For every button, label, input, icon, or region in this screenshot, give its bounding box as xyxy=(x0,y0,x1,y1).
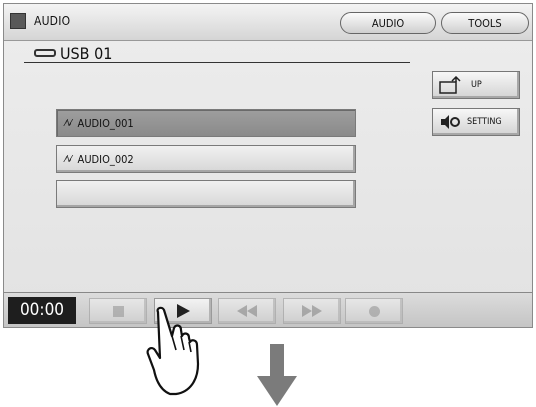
title-bar: AUDIO AUDIO TOOLS xyxy=(4,4,532,41)
file-item-audio-001[interactable]: ⁄∿⁄ AUDIO_001 xyxy=(56,109,356,137)
folder-up-icon xyxy=(439,76,461,94)
file-item-empty[interactable] xyxy=(56,180,356,208)
audio-wave-icon: ⁄∿⁄ xyxy=(65,153,71,165)
fast-forward-icon xyxy=(302,305,322,317)
device-header: USB 01 xyxy=(34,43,112,63)
audio-screen: AUDIO AUDIO TOOLS USB 01 ⁄∿⁄ AUDIO_001 ⁄… xyxy=(3,3,533,328)
tab-tools[interactable]: TOOLS xyxy=(441,12,529,34)
device-name: USB 01 xyxy=(60,43,113,63)
title-icon xyxy=(10,13,26,29)
device-divider xyxy=(24,62,410,63)
speaker-setting-icon xyxy=(441,115,460,129)
setting-label: SETTING xyxy=(467,117,502,127)
stop-icon xyxy=(112,305,124,317)
stop-button[interactable] xyxy=(89,298,147,324)
file-name: AUDIO_002 xyxy=(77,152,134,166)
rewind-icon xyxy=(237,305,257,317)
screen-title: AUDIO xyxy=(34,14,71,28)
setting-button[interactable]: SETTING xyxy=(432,108,520,136)
time-display: 00:00 xyxy=(8,297,76,324)
usb-drive-icon xyxy=(34,49,56,57)
tab-audio[interactable]: AUDIO xyxy=(340,12,436,34)
transport-bar: 00:00 xyxy=(4,292,532,327)
audio-wave-icon: ⁄∿⁄ xyxy=(65,117,71,129)
file-item-audio-002[interactable]: ⁄∿⁄ AUDIO_002 xyxy=(56,145,356,173)
up-label: UP xyxy=(471,80,482,90)
file-name: AUDIO_001 xyxy=(77,116,134,130)
down-arrow-icon xyxy=(257,344,297,406)
up-button[interactable]: UP xyxy=(432,71,520,99)
pointing-hand-icon xyxy=(146,306,200,396)
record-button[interactable] xyxy=(345,298,403,324)
record-icon xyxy=(368,305,380,317)
fast-forward-button[interactable] xyxy=(283,298,341,324)
